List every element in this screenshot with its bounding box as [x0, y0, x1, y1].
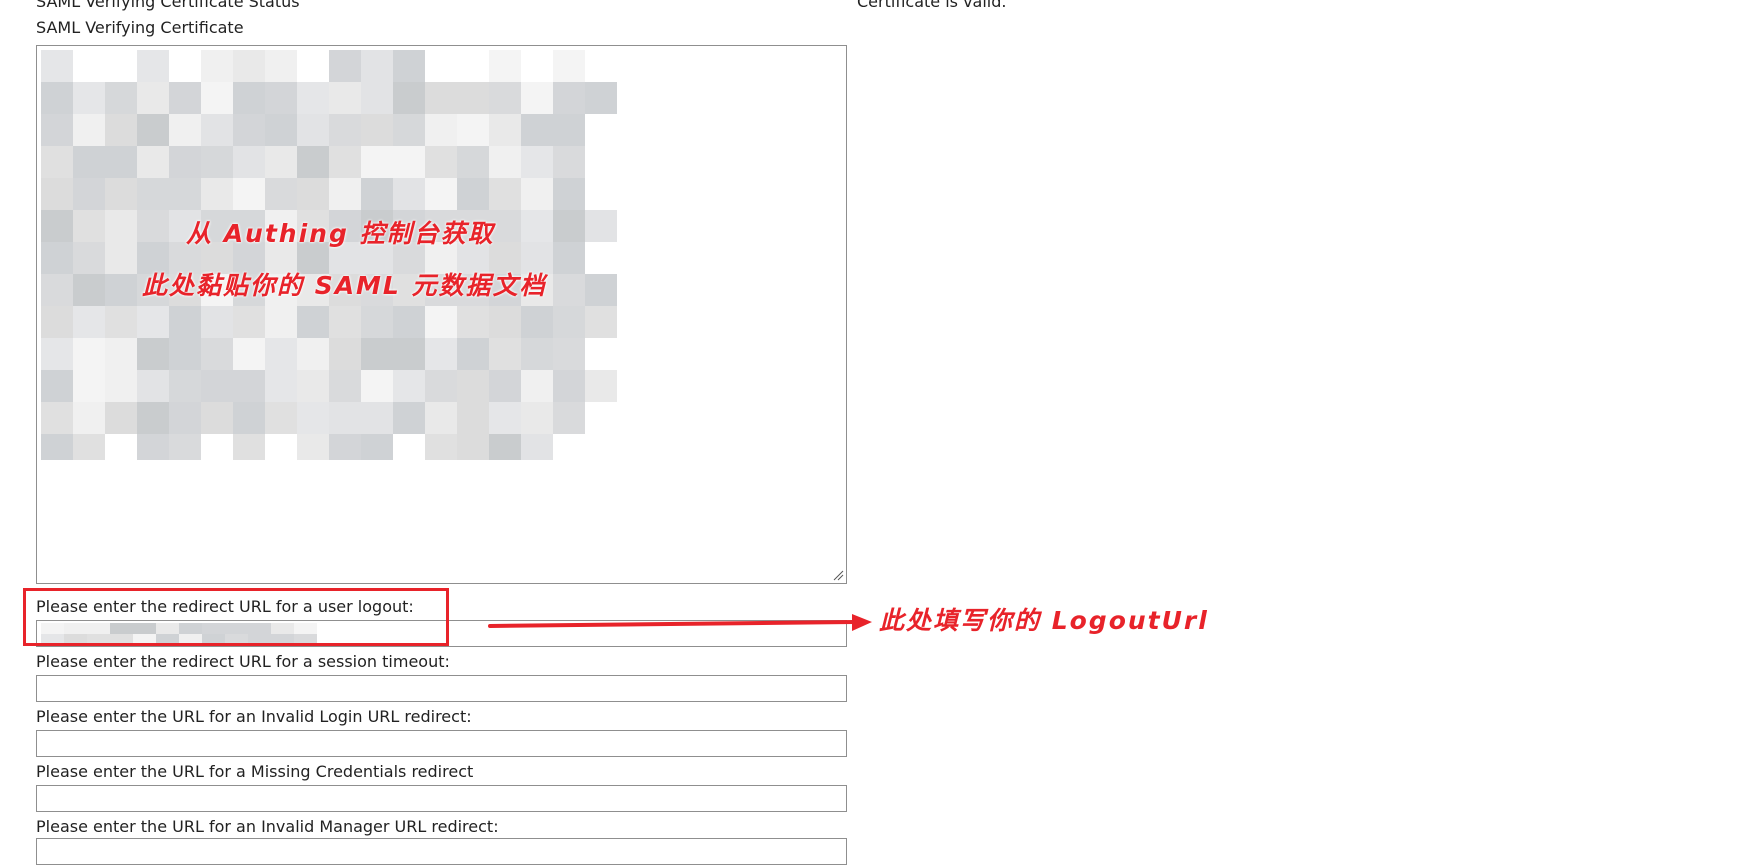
annotation-metadata-source: 从 Authing 控制台获取	[186, 219, 495, 248]
session-timeout-redirect-label: Please enter the redirect URL for a sess…	[36, 652, 450, 671]
annotation-metadata-paste-hint: 此处黏贴你的 SAML 元数据文档	[142, 271, 547, 300]
invalid-login-redirect-input[interactable]	[36, 730, 847, 757]
annotation-logout-url-hint: 此处填写你的 LogoutUrl	[879, 606, 1209, 635]
redacted-metadata-pixelation	[41, 50, 617, 460]
certificate-status-value: Certificate is valid.	[857, 0, 1007, 11]
logout-field-highlight-box	[23, 588, 449, 646]
certificate-status-label: SAML Verifying Certificate Status	[36, 0, 300, 11]
verifying-certificate-label: SAML Verifying Certificate	[36, 18, 244, 37]
invalid-manager-redirect-input[interactable]	[36, 838, 847, 865]
session-timeout-redirect-input[interactable]	[36, 675, 847, 702]
annotation-arrow-icon	[488, 614, 872, 631]
invalid-login-redirect-label: Please enter the URL for an Invalid Logi…	[36, 707, 472, 726]
missing-credentials-redirect-label: Please enter the URL for a Missing Crede…	[36, 762, 474, 781]
resize-grip-icon[interactable]	[832, 569, 844, 581]
missing-credentials-redirect-input[interactable]	[36, 785, 847, 812]
verifying-certificate-textarea[interactable]	[36, 45, 847, 584]
invalid-manager-redirect-label: Please enter the URL for an Invalid Mana…	[36, 817, 499, 836]
